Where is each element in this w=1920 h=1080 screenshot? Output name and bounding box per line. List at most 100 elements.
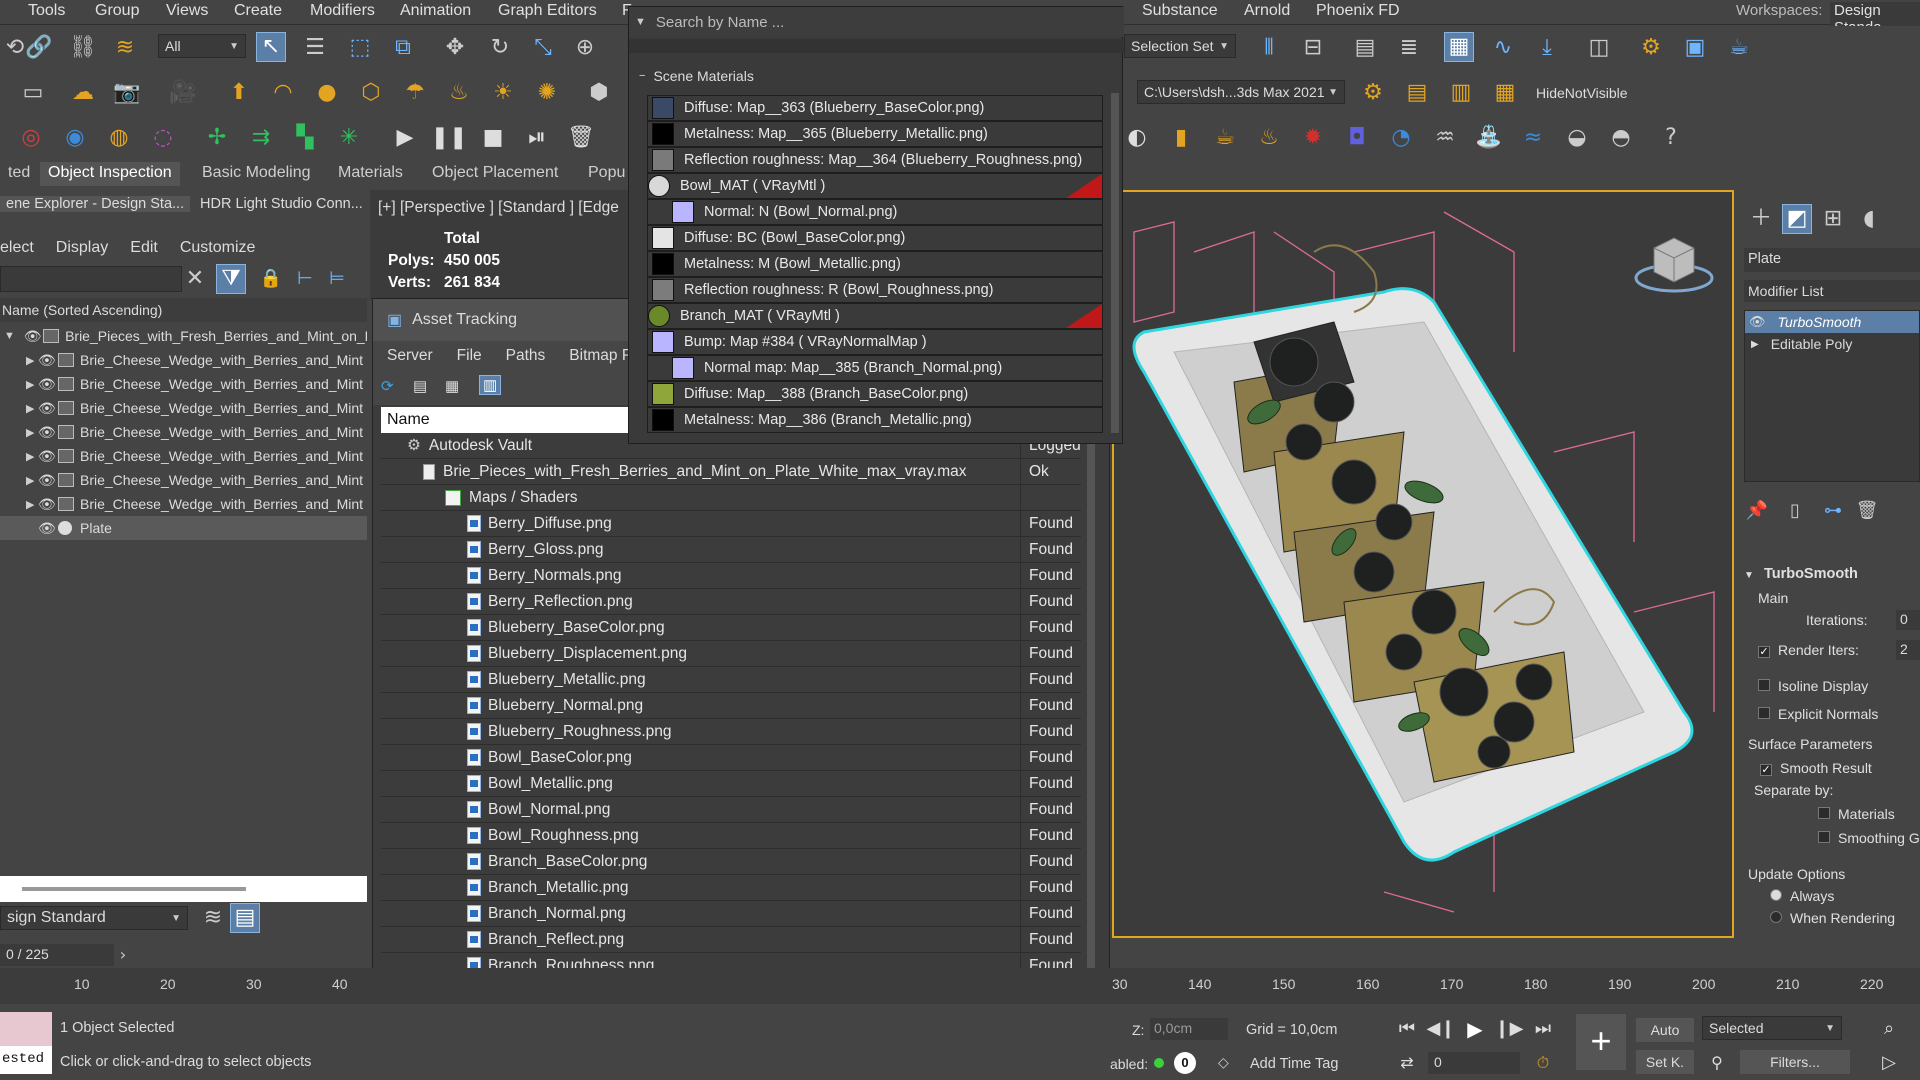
map-row[interactable]: Diffuse: BC (Bowl_BaseColor.png) bbox=[647, 225, 1103, 251]
rollout-collapse-icon[interactable]: ▼ bbox=[1744, 570, 1754, 581]
phoenix-liquid-icon[interactable]: ◉ bbox=[60, 123, 90, 153]
mesh-light-icon[interactable]: ⬡ bbox=[356, 78, 386, 108]
frame-counter[interactable]: 0 / 225 bbox=[0, 944, 114, 966]
visibility-eye-icon[interactable]: 👁 bbox=[38, 520, 58, 537]
hierarchy-tab-icon[interactable]: ⊞ bbox=[1818, 204, 1848, 234]
menu-graph-editors[interactable]: Graph Editors bbox=[498, 2, 597, 20]
zoom-icon[interactable]: ⌕ bbox=[1874, 1014, 1904, 1044]
expand-icon[interactable]: ▶ bbox=[26, 354, 38, 367]
menu-views[interactable]: Views bbox=[166, 2, 208, 20]
asset-vertical-scrollbar[interactable] bbox=[1087, 435, 1095, 995]
scene-column-header[interactable]: Name (Sorted Ascending) bbox=[0, 298, 367, 322]
unlink-icon[interactable]: ⛓ bbox=[68, 33, 98, 63]
asset-icon[interactable]: ▭ bbox=[18, 78, 48, 108]
curve-editor-icon[interactable]: ∿ bbox=[1488, 33, 1518, 63]
expand-icon[interactable]: ▶ bbox=[26, 426, 38, 439]
sun-icon[interactable]: ☀ bbox=[488, 78, 518, 108]
make-unique-icon[interactable]: ⊶ bbox=[1818, 496, 1848, 526]
menu-phoenix-fd[interactable]: Phoenix FD bbox=[1316, 2, 1400, 20]
vray-toolbar-icon-1[interactable]: ⚙ bbox=[1358, 78, 1388, 108]
phoenix-arrow-icon[interactable]: ⇉ bbox=[246, 123, 276, 153]
ribbon-tab-truncated[interactable]: ted bbox=[0, 162, 38, 186]
scene-tree-row[interactable]: ▶ 👁 Brie_Cheese_Wedge_with_Berries_and_M… bbox=[0, 444, 367, 468]
asset-row[interactable]: Blueberry_Roughness.png Found bbox=[381, 719, 1081, 745]
section-collapse-icon[interactable]: − bbox=[639, 70, 645, 82]
help-icon[interactable]: ? bbox=[1656, 123, 1686, 153]
material-scrollbar[interactable] bbox=[1111, 93, 1119, 433]
maxscript-mini-listener[interactable]: ested bbox=[0, 1046, 52, 1074]
orbit-icon[interactable]: ▷ bbox=[1874, 1048, 1904, 1078]
scale-icon[interactable]: ⤡ bbox=[528, 33, 558, 63]
pause-icon[interactable]: ❚❚ bbox=[431, 123, 468, 153]
schematic-view-icon[interactable]: ⤓ bbox=[1532, 33, 1562, 63]
phoenix-tool-icon-7[interactable]: ◔ bbox=[1386, 123, 1416, 153]
ribbon-tab-object-inspection[interactable]: Object Inspection bbox=[40, 162, 180, 186]
stack-item-editable-poly[interactable]: ▶ Editable Poly bbox=[1745, 333, 1919, 355]
delete-cache-icon[interactable]: 🗑 bbox=[566, 123, 596, 153]
window-crossing-icon[interactable]: ⧉ bbox=[388, 33, 418, 63]
ribbon-tab-populate[interactable]: Popu bbox=[580, 162, 633, 186]
asset-row[interactable]: Branch_Reflect.png Found bbox=[381, 927, 1081, 953]
when-rendering-radio[interactable]: When Rendering bbox=[1770, 910, 1895, 926]
phoenix-grid-icon[interactable]: ▚ bbox=[290, 123, 320, 153]
render-iters-checkbox[interactable]: ✓ Render Iters: bbox=[1758, 642, 1859, 658]
se-menu-display[interactable]: Display bbox=[56, 239, 108, 257]
ribbon-toggle-icon[interactable]: ▦ bbox=[1444, 32, 1474, 62]
next-frame-icon[interactable]: › bbox=[114, 940, 132, 970]
scene-tree-row[interactable]: ▶ 👁 Brie_Cheese_Wedge_with_Berries_and_M… bbox=[0, 492, 367, 516]
auto-key-button[interactable]: Auto bbox=[1636, 1018, 1694, 1042]
stop-icon[interactable]: ■ bbox=[478, 123, 508, 153]
asset-menu-paths[interactable]: Paths bbox=[506, 347, 546, 365]
menu-substance[interactable]: Substance bbox=[1142, 2, 1218, 20]
modify-tab-icon[interactable]: ◩ bbox=[1782, 204, 1812, 234]
play-animation-icon[interactable]: ▶ bbox=[1460, 1014, 1490, 1044]
asset-row[interactable]: Branch_BaseColor.png Found bbox=[381, 849, 1081, 875]
object-name-field[interactable]: Plate bbox=[1744, 248, 1920, 272]
material-row[interactable]: Bowl_MAT ( VRayMtl ) bbox=[647, 173, 1103, 199]
scene-tree-row[interactable]: ▶ 👁 Brie_Cheese_Wedge_with_Berries_and_M… bbox=[0, 348, 367, 372]
phoenix-forces-icon[interactable]: ✢ bbox=[202, 123, 232, 153]
render-production-icon[interactable]: ☕ bbox=[1724, 33, 1754, 63]
clear-search-icon[interactable]: ✕ bbox=[180, 264, 210, 294]
asset-row[interactable]: Blueberry_Normal.png Found bbox=[381, 693, 1081, 719]
render-iters-spinner[interactable]: 2 bbox=[1896, 640, 1920, 660]
phoenix-tool-icon-4[interactable]: ♨ bbox=[1254, 123, 1284, 153]
map-row[interactable]: Bump: Map #384 ( VRayNormalMap ) bbox=[647, 329, 1103, 355]
menu-animation[interactable]: Animation bbox=[400, 2, 471, 20]
named-selection-set-dropdown[interactable]: Selection Set ▼ bbox=[1124, 34, 1236, 58]
z-coordinate-field[interactable]: 0,0cm bbox=[1150, 1018, 1228, 1040]
se-menu-select[interactable]: elect bbox=[0, 239, 34, 257]
viewport-label[interactable]: [+] [Perspective ] [Standard ] [Edge bbox=[378, 199, 619, 217]
map-row[interactable]: Diffuse: Map__363 (Blueberry_BaseColor.p… bbox=[647, 95, 1103, 121]
asset-menu-file[interactable]: File bbox=[457, 347, 482, 365]
scene-tree-row[interactable]: ▶ 👁 Brie_Cheese_Wedge_with_Berries_and_M… bbox=[0, 420, 367, 444]
smooth-result-checkbox[interactable]: ✓ Smooth Result bbox=[1760, 760, 1872, 776]
selection-filter-dropdown[interactable]: All ▼ bbox=[158, 34, 246, 58]
material-row[interactable]: Branch_MAT ( VRayMtl ) bbox=[647, 303, 1103, 329]
smoothing-groups-checkbox[interactable]: Smoothing G bbox=[1818, 830, 1920, 846]
se-menu-edit[interactable]: Edit bbox=[130, 239, 158, 257]
hide-not-visible-label[interactable]: HideNotVisible bbox=[1536, 85, 1628, 101]
scene-materials-section[interactable]: − Scene Materials bbox=[629, 65, 1124, 87]
vray-toolbar-icon-3[interactable]: ▥ bbox=[1446, 78, 1476, 108]
lock-icon[interactable]: 🔒 bbox=[256, 264, 286, 294]
phoenix-ocean-icon[interactable]: ≈ bbox=[1518, 123, 1548, 153]
visibility-eye-icon[interactable]: 👁 bbox=[38, 448, 58, 465]
hdr-light-studio-tab[interactable]: HDR Light Studio Conn... bbox=[200, 196, 363, 212]
visibility-eye-icon[interactable]: 👁 bbox=[38, 352, 58, 369]
collapse-icon[interactable]: ▼ bbox=[4, 330, 16, 342]
layer-workspace-dropdown[interactable]: sign Standard ▼ bbox=[0, 906, 188, 930]
list-view-icon[interactable]: ▤ bbox=[413, 377, 427, 395]
asset-row[interactable]: Maps / Shaders bbox=[381, 485, 1081, 511]
adaptive-degradation-toggle[interactable]: 0 bbox=[1174, 1052, 1196, 1074]
visibility-eye-icon[interactable]: 👁 bbox=[38, 472, 58, 489]
visibility-eye-icon[interactable]: 👁 bbox=[38, 496, 58, 513]
map-row[interactable]: Normal map: Map__385 (Branch_Normal.png) bbox=[647, 355, 1103, 381]
select-object-icon[interactable]: ↖ bbox=[256, 32, 286, 62]
material-search-bar[interactable]: ▼ Search by Name ... bbox=[629, 7, 1124, 37]
play-icon[interactable]: ▶ bbox=[390, 123, 420, 153]
menu-group[interactable]: Group bbox=[95, 2, 139, 20]
stack-item-turbosmooth[interactable]: 👁 TurboSmooth bbox=[1745, 311, 1919, 333]
scene-tree-row[interactable]: ▶ 👁 Brie_Cheese_Wedge_with_Berries_and_M… bbox=[0, 372, 367, 396]
perspective-viewport[interactable] bbox=[1112, 190, 1734, 938]
